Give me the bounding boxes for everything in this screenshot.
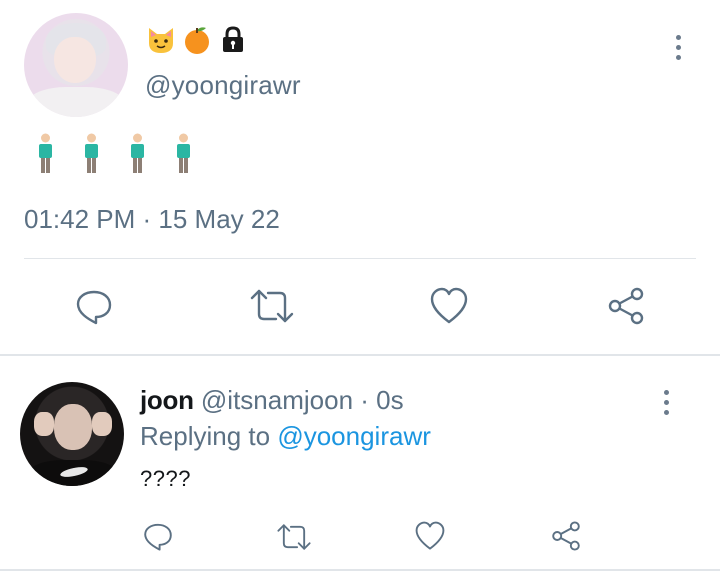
reply-author-name[interactable]: joon [140,385,194,415]
tweet-body [36,133,193,175]
person-standing-icon [39,133,52,173]
cat-face-icon [146,25,176,55]
divider [0,354,720,356]
mention-link[interactable]: @yoongirawr [277,421,431,451]
reply-actions [0,518,720,554]
reply-text: ???? [140,466,191,491]
person-standing-icon [85,133,98,173]
retweet-icon[interactable] [249,288,295,324]
replying-to: Replying to @yoongirawr [140,421,431,452]
reply-icon[interactable] [74,286,114,326]
person-standing-icon [177,133,190,173]
avatar[interactable] [20,382,124,486]
lock-icon [218,25,248,55]
like-icon[interactable] [430,287,468,324]
share-icon[interactable] [606,286,646,326]
reply-handle-time[interactable]: @itsnamjoon · 0s [201,385,404,415]
more-options-icon[interactable] [663,390,669,415]
tweet-timestamp: 01:42 PM · 15 May 22 [24,204,280,234]
reply-header: joon @itsnamjoon · 0s [140,385,404,416]
tweet-author-handle[interactable]: @yoongirawr [145,70,301,101]
person-standing-icon [131,133,144,173]
display-name-emojis [146,22,248,58]
reply-icon[interactable] [142,520,174,552]
divider [24,258,696,259]
avatar[interactable] [24,13,128,117]
divider [0,569,720,571]
retweet-icon[interactable] [276,522,312,552]
more-options-icon[interactable] [675,35,681,60]
tangerine-icon [182,25,212,55]
tweet-actions [0,284,720,330]
replying-to-label: Replying to [140,421,271,451]
like-icon[interactable] [414,521,446,551]
share-icon[interactable] [550,520,582,552]
